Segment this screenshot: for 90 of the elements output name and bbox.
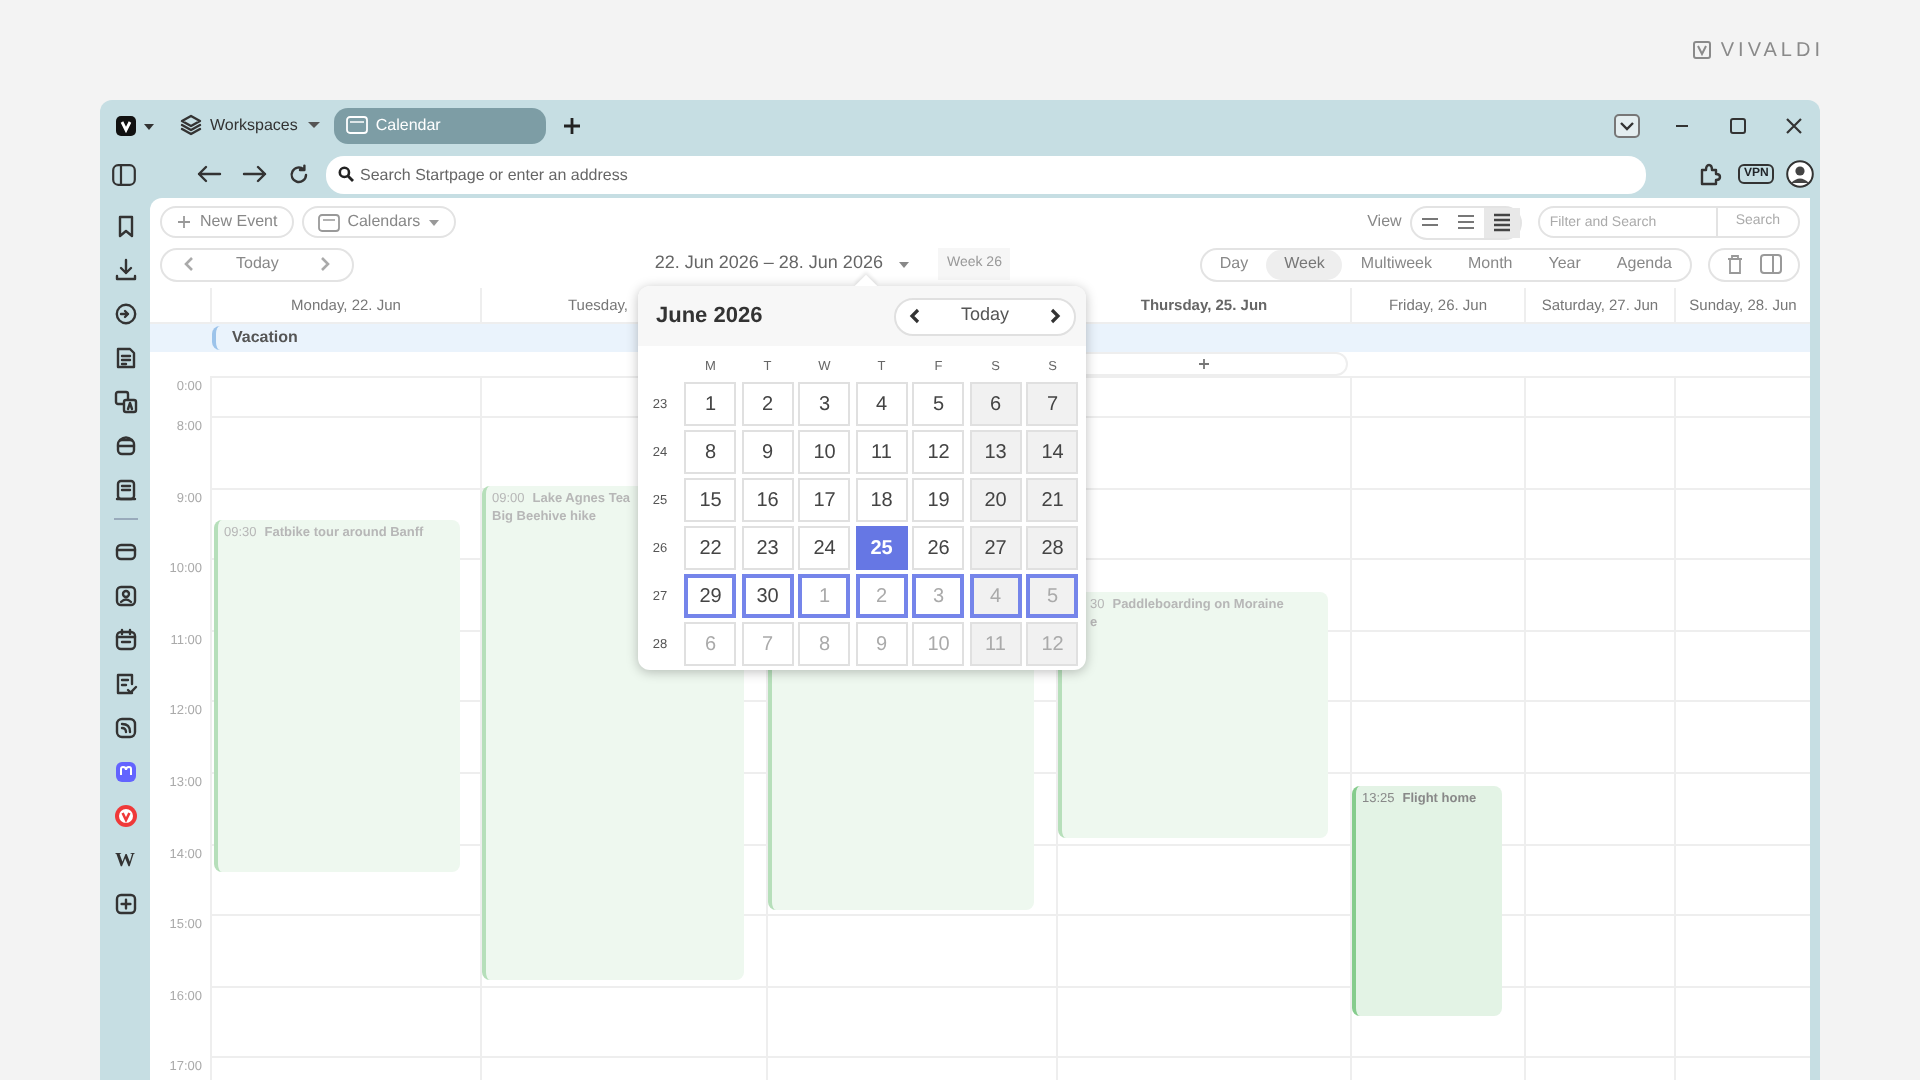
add-panel-icon[interactable] (113, 892, 137, 916)
note-icon[interactable] (113, 346, 137, 370)
calendars-button[interactable]: Calendars (301, 206, 457, 238)
mastodon-icon[interactable] (113, 760, 137, 784)
panel-toggle-icon[interactable] (112, 163, 136, 185)
history-icon[interactable] (113, 302, 137, 326)
lines-icon (1419, 212, 1440, 232)
lines-icon (1455, 212, 1476, 232)
view-tab[interactable]: Agenda (1598, 249, 1690, 279)
month-title: June 2026 (656, 301, 763, 332)
day-cell[interactable]: 16 (741, 478, 794, 522)
bookmark-icon[interactable] (113, 214, 137, 238)
address-field[interactable]: Search Startpage or enter an address (326, 155, 1646, 193)
day-cell[interactable]: 14 (1026, 430, 1079, 474)
day-cell[interactable]: 30 (741, 574, 794, 618)
reload-icon[interactable] (288, 163, 310, 185)
view-label: View (1367, 210, 1402, 234)
puzzle-icon[interactable] (1698, 162, 1722, 186)
plus-icon (176, 214, 192, 230)
day-cell[interactable]: 11 (855, 430, 908, 474)
view-tab[interactable]: Multiweek (1342, 249, 1450, 279)
day-cell[interactable]: 9 (741, 430, 794, 474)
day-cell[interactable]: 7 (1026, 382, 1079, 426)
day-cell[interactable]: 10 (798, 430, 851, 474)
task-icon[interactable] (113, 672, 137, 696)
day-cell[interactable]: 27 (969, 526, 1022, 570)
side-panel-icon[interactable] (1760, 254, 1782, 274)
download-icon[interactable] (113, 258, 137, 282)
day-cell[interactable]: 5 (912, 382, 965, 426)
calendar-icon (317, 213, 340, 231)
cup-icon[interactable] (113, 434, 137, 458)
workspaces-button[interactable]: Workspaces (180, 113, 322, 137)
calendar-icon (345, 116, 368, 134)
new-tab-icon[interactable] (561, 115, 582, 135)
browser-menu-icon[interactable] (116, 113, 156, 137)
forward-icon[interactable] (242, 164, 268, 184)
day-cell[interactable]: 28 (1026, 526, 1079, 570)
view-tab[interactable]: Week (1266, 249, 1343, 279)
calendar-icon[interactable] (113, 628, 137, 652)
view-tab[interactable]: Year (1530, 249, 1599, 279)
feed-icon[interactable] (113, 716, 137, 740)
search-icon (338, 166, 354, 182)
mail-icon[interactable] (113, 540, 137, 564)
day-cell[interactable]: 20 (969, 478, 1022, 522)
day-cell[interactable]: 26 (912, 526, 965, 570)
day-cell[interactable]: 22 (684, 526, 737, 570)
close-icon[interactable] (1784, 115, 1804, 135)
day-cell[interactable]: 13 (969, 430, 1022, 474)
day-cell[interactable]: 18 (855, 478, 908, 522)
density-button[interactable] (1483, 207, 1520, 237)
today-button[interactable]: Today (960, 302, 1010, 330)
new-event-button[interactable]: New Event (160, 206, 294, 238)
caret-icon (898, 259, 911, 269)
back-icon[interactable] (196, 164, 222, 184)
all-day-event[interactable]: Vacation (212, 326, 298, 350)
day-cell[interactable]: 1 (684, 382, 737, 426)
day-cell[interactable]: 23 (741, 526, 794, 570)
day-cell[interactable]: 4 (855, 382, 908, 426)
day-cell[interactable]: 21 (1026, 478, 1079, 522)
day-cell[interactable]: 8 (684, 430, 737, 474)
vivaldi-icon[interactable] (113, 804, 137, 828)
contact-icon[interactable] (113, 584, 137, 608)
trash-icon[interactable] (1726, 254, 1744, 274)
day-cell[interactable]: 6 (969, 382, 1022, 426)
translate-icon[interactable] (113, 390, 137, 414)
plus-icon (1195, 356, 1211, 372)
view-tab[interactable]: Day (1201, 249, 1267, 279)
day-cell[interactable]: 2 (741, 382, 794, 426)
day-cell[interactable]: 19 (912, 478, 965, 522)
lines-icon (1491, 212, 1512, 232)
brand-name: VIVALDI (1720, 37, 1824, 65)
logo-icon (1692, 40, 1713, 60)
reader-icon[interactable] (113, 478, 137, 502)
day-cell[interactable]: 3 (798, 382, 851, 426)
layers-icon (180, 114, 202, 136)
view-tab[interactable]: Month (1450, 249, 1531, 279)
web-panel-button[interactable]: W (115, 845, 135, 875)
day-cell[interactable]: 29 (684, 574, 737, 618)
day-cell[interactable]: 24 (798, 526, 851, 570)
caret-icon (428, 217, 441, 227)
today-button[interactable]: Today (218, 249, 297, 279)
tab-list-icon[interactable] (1614, 113, 1640, 137)
profile-icon[interactable] (1786, 160, 1815, 188)
day-cell[interactable]: 15 (684, 478, 737, 522)
maximize-icon[interactable] (1728, 115, 1748, 135)
day-cell[interactable]: 17 (798, 478, 851, 522)
caret-icon (305, 118, 322, 132)
date-range-button[interactable]: 22. Jun 2026 – 28. Jun 2026 (654, 250, 911, 278)
day-cell[interactable]: 25 (855, 526, 908, 570)
day-cell[interactable]: 12 (912, 430, 965, 474)
